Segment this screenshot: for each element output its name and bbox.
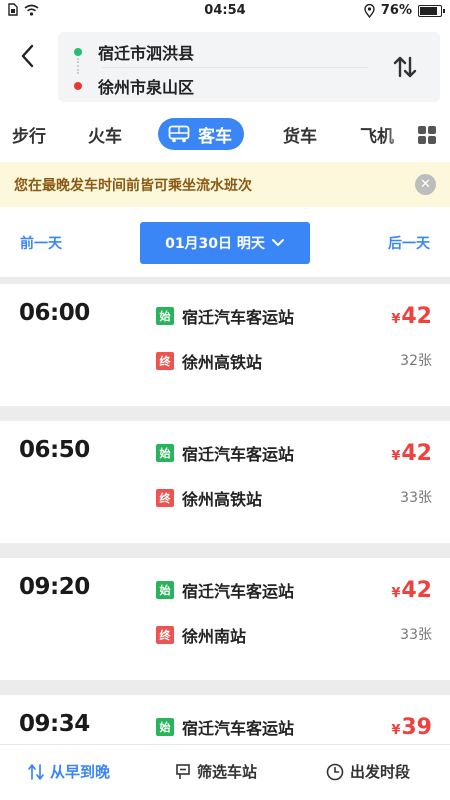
ticket-price: ¥42 [391,578,432,603]
end-badge: 终 [156,626,174,644]
back-arrow-icon[interactable] [14,40,42,72]
sort-button[interactable]: 从早到晚 [28,761,110,782]
start-badge: 始 [156,307,174,325]
currency-symbol: ¥ [391,312,401,327]
origin-dot-icon [74,48,82,56]
battery-percent: 76% [380,3,412,18]
departure-period-button[interactable]: 出发时段 [326,761,410,782]
origin-station-name: 宿迁汽车客运站 [182,445,295,464]
filter-label: 筛选车站 [197,763,258,781]
swap-icon[interactable] [392,54,418,80]
location-icon [364,3,375,18]
trip-list: 06:00 始宿迁汽车客运站 终徐州高铁站 ¥42 32张 06:50 始宿迁汽… [0,284,450,744]
destination-station: 终徐州南站 [156,623,246,647]
currency-symbol: ¥ [391,449,401,464]
route-header: 宿迁市泗洪县 徐州市泉山区 [0,22,450,110]
tab-coach-label: 客车 [198,126,232,147]
departure-time: 09:34 [19,711,90,737]
date-picker-button[interactable]: 01月30日 明天 [140,222,310,264]
date-label: 01月30日 明天 [165,236,265,252]
sort-label: 从早到晚 [50,763,111,781]
trip-row[interactable]: 09:34 始宿迁汽车客运站 ¥39 [0,695,450,744]
destination-station-name: 徐州高铁站 [182,353,263,372]
end-badge: 终 [156,352,174,370]
origin-station-name: 宿迁汽车客运站 [182,719,295,738]
currency-symbol: ¥ [391,586,401,601]
chevron-down-icon [271,239,284,246]
grid-menu-icon[interactable] [418,126,436,144]
destination-station: 终徐州高铁站 [156,486,262,510]
route-connector [77,58,79,74]
battery-fill [420,6,437,15]
destination-station: 终徐州高铁站 [156,349,262,373]
trip-row[interactable]: 09:20 始宿迁汽车客运站 终徐州南站 ¥42 33张 [0,558,450,680]
depart-label: 出发时段 [350,763,411,781]
start-badge: 始 [156,444,174,462]
trip-row[interactable]: 06:00 始宿迁汽车客运站 终徐州高铁站 ¥42 32张 [0,284,450,406]
departure-time: 06:50 [19,437,90,463]
prev-day-button[interactable]: 前一天 [20,233,62,253]
departure-time: 06:00 [19,300,90,326]
price-value: 42 [401,578,432,603]
price-value: 39 [401,715,432,740]
tab-walk[interactable]: 步行 [12,122,46,147]
end-badge: 终 [156,489,174,507]
ticket-price: ¥42 [391,304,432,329]
trip-row[interactable]: 06:50 始宿迁汽车客运站 终徐州高铁站 ¥42 33张 [0,421,450,543]
bottom-toolbar: 从早到晚 筛选车站 出发时段 [0,744,450,800]
route-box[interactable]: 宿迁市泗洪县 徐州市泉山区 [58,32,440,102]
ticket-price: ¥39 [391,715,432,740]
origin-station-name: 宿迁汽车客运站 [182,582,295,601]
bus-icon [168,125,190,143]
origin-station: 始宿迁汽车客运站 [156,715,294,739]
next-day-button[interactable]: 后一天 [388,233,430,253]
destination-station-name: 徐州高铁站 [182,490,263,509]
tab-coach[interactable]: 客车 [158,118,244,150]
status-bar: 04:54 76% [0,0,450,22]
origin-station-name: 宿迁汽车客运站 [182,308,295,327]
start-badge: 始 [156,581,174,599]
destination-field[interactable]: 徐州市泉山区 [74,74,194,98]
transport-mode-tabs: 步行 火车 客车 货车 飞机 [0,110,450,162]
tab-truck[interactable]: 货车 [283,122,317,147]
origin-field[interactable]: 宿迁市泗洪县 [74,40,194,64]
origin-station: 始宿迁汽车客运站 [156,304,294,328]
battery-icon [418,4,445,17]
destination-station-name: 徐州南站 [182,627,247,646]
price-value: 42 [401,304,432,329]
destination-dot-icon [74,82,82,90]
currency-symbol: ¥ [391,723,401,738]
clock-icon [326,763,344,780]
seats-left: 33张 [400,627,432,643]
seats-left: 33张 [400,490,432,506]
tabs-fade [384,110,414,162]
seats-left: 32张 [400,353,432,369]
close-icon[interactable]: ✕ [415,174,436,195]
tab-train[interactable]: 火车 [88,122,122,147]
route-divider [102,67,368,68]
ticket-price: ¥42 [391,441,432,466]
status-right: 76% [364,3,445,18]
start-badge: 始 [156,718,174,736]
filter-station-button[interactable]: 筛选车站 [175,761,257,782]
origin-label: 宿迁市泗洪县 [98,44,195,63]
notice-banner: 您在最晚发车时间前皆可乘坐流水班次 ✕ [0,162,450,207]
price-value: 42 [401,441,432,466]
origin-station: 始宿迁汽车客运站 [156,578,294,602]
date-bar: 前一天 01月30日 明天 后一天 [0,207,450,277]
filter-station-icon [176,763,190,779]
notice-text: 您在最晚发车时间前皆可乘坐流水班次 [14,178,252,194]
destination-label: 徐州市泉山区 [98,78,195,97]
departure-time: 09:20 [19,574,90,600]
origin-station: 始宿迁汽车客运站 [156,441,294,465]
sort-icon [28,763,44,780]
